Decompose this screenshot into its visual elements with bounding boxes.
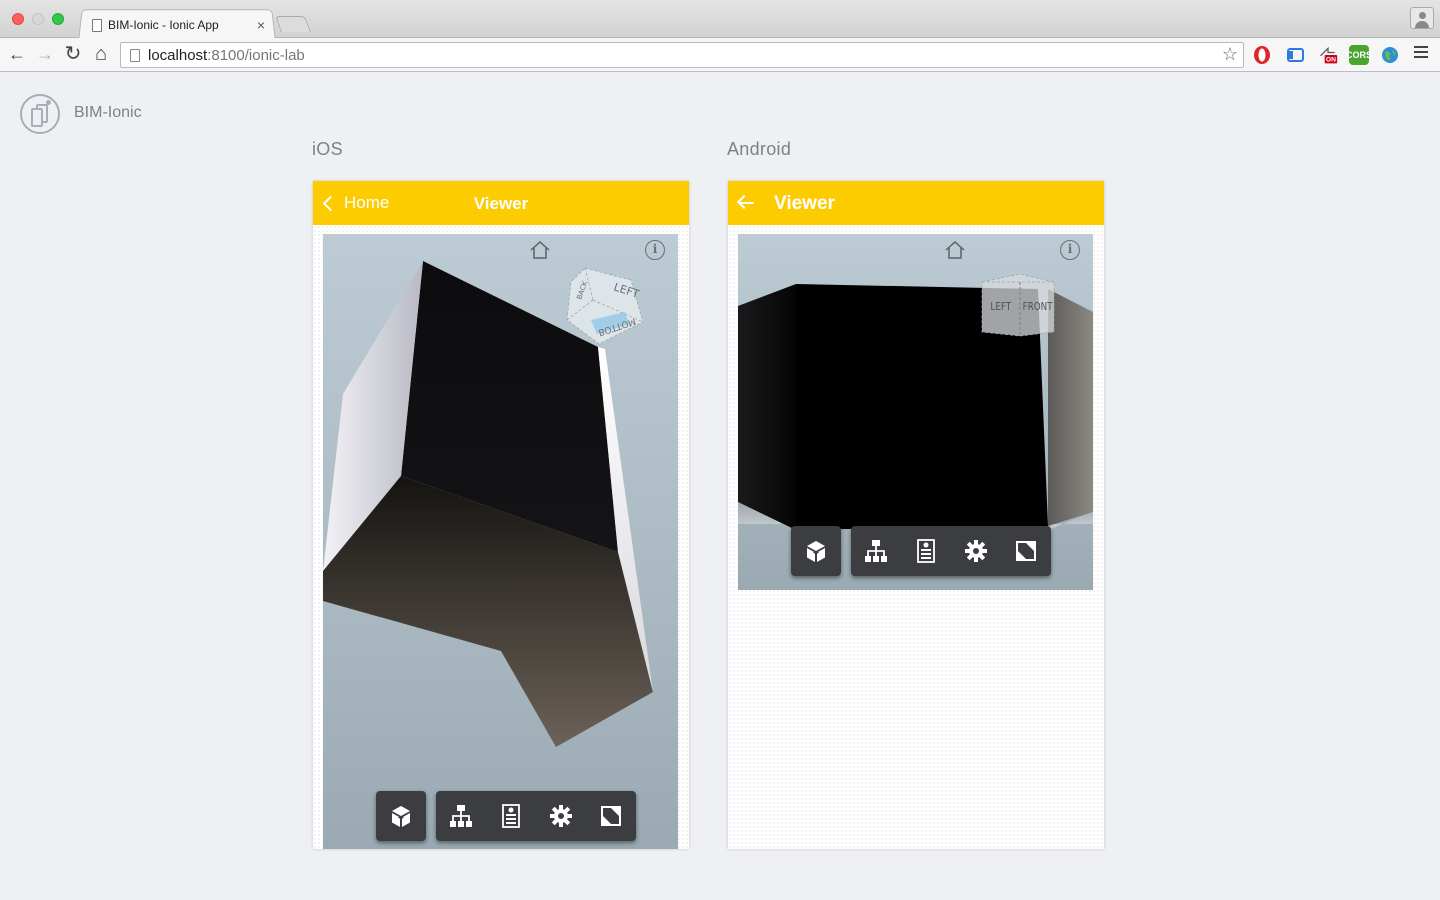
ios-3d-viewer[interactable]: i LEFT BACK BOTTOM (323, 234, 678, 849)
properties-button[interactable] (486, 791, 536, 841)
view-cube[interactable]: LEFT FRONT (980, 272, 1056, 338)
android-viewer-toolbar (851, 526, 1051, 576)
fullscreen-icon (601, 806, 621, 826)
close-window-button[interactable] (12, 13, 24, 25)
view-cube[interactable]: LEFT BACK BOTTOM (563, 262, 649, 348)
platform-label-ios: iOS (312, 139, 343, 159)
cors-icon[interactable]: CORS (1346, 45, 1372, 65)
ios-orbit-toolbar (376, 791, 426, 841)
ios-device-frame: Home Viewer i LEFT BACK BOTTOM (313, 181, 689, 849)
new-tab-button[interactable] (275, 16, 311, 32)
page-icon (130, 48, 140, 62)
home-button[interactable]: ⌂ (90, 43, 112, 65)
gear-icon (965, 540, 987, 562)
info-icon[interactable]: i (645, 240, 665, 260)
settings-button[interactable] (951, 526, 1001, 576)
tab-close-icon[interactable]: × (254, 17, 268, 33)
cors-on-label: ON (1326, 57, 1336, 64)
view-cube-label: LEFT (990, 301, 1012, 313)
maximize-window-button[interactable] (52, 13, 64, 25)
android-header-bar: Viewer (728, 181, 1104, 225)
tab-counter-icon[interactable] (1285, 45, 1305, 65)
bookmark-star-icon[interactable]: ☆ (1222, 44, 1238, 65)
gear-icon (550, 805, 572, 827)
properties-icon (917, 539, 935, 563)
fullscreen-icon (1016, 541, 1036, 561)
android-orbit-toolbar (791, 526, 841, 576)
browser-toolbar: ← → ↻ ⌂ localhost:8100/ionic-lab ☆ ON CO… (0, 38, 1440, 72)
globe-icon[interactable] (1380, 45, 1400, 65)
settings-button[interactable] (536, 791, 586, 841)
chrome-menu-icon[interactable] (1414, 46, 1428, 61)
fullscreen-button[interactable] (1001, 526, 1051, 576)
tab-title: BIM-Ionic - Ionic App (108, 18, 219, 32)
info-icon[interactable]: i (1060, 240, 1080, 260)
properties-button[interactable] (901, 526, 951, 576)
model-browser-button[interactable] (436, 791, 486, 841)
ios-header-title: Viewer (473, 194, 529, 213)
browser-titlebar: BIM-Ionic - Ionic App × (0, 0, 1440, 40)
forward-button[interactable]: → (34, 43, 56, 65)
cors-on-icon[interactable]: ON (1318, 45, 1338, 65)
view-cube-label: FRONT (1023, 301, 1054, 313)
ios-header-bar: Home Viewer (313, 181, 689, 225)
profile-button[interactable] (1410, 7, 1434, 29)
back-button[interactable]: ← (6, 43, 28, 65)
address-bar[interactable]: localhost:8100/ionic-lab ☆ (120, 42, 1244, 68)
url-path: :8100/ionic-lab (207, 46, 305, 64)
platform-label-android: Android (727, 139, 792, 159)
minimize-window-button[interactable] (32, 13, 44, 25)
cube-icon (392, 806, 410, 827)
app-name: BIM-Ionic (74, 104, 142, 121)
hierarchy-icon (450, 805, 472, 827)
hierarchy-icon (865, 540, 887, 562)
android-3d-viewer[interactable]: i LEFT FRONT (738, 234, 1093, 590)
reload-button[interactable]: ↻ (62, 43, 84, 65)
arrow-left-icon[interactable] (736, 193, 758, 213)
android-device-frame: Viewer i LEFT FRONT (728, 181, 1104, 849)
ios-viewer-toolbar (436, 791, 636, 841)
home-icon[interactable] (528, 240, 552, 260)
home-icon[interactable] (943, 240, 967, 260)
ionic-lab-logo-icon (20, 94, 60, 134)
profile-icon (1419, 12, 1426, 19)
properties-icon (502, 804, 520, 828)
cube-icon (807, 541, 825, 562)
orbit-tool-button[interactable] (791, 526, 841, 576)
browser-tab-content[interactable]: BIM-Ionic - Ionic App × (88, 12, 270, 38)
fullscreen-button[interactable] (586, 791, 636, 841)
android-header-title: Viewer (774, 193, 835, 214)
opera-icon[interactable] (1252, 45, 1272, 65)
orbit-tool-button[interactable] (376, 791, 426, 841)
url-host: localhost (148, 46, 208, 64)
model-browser-button[interactable] (851, 526, 901, 576)
page-icon (92, 18, 102, 32)
